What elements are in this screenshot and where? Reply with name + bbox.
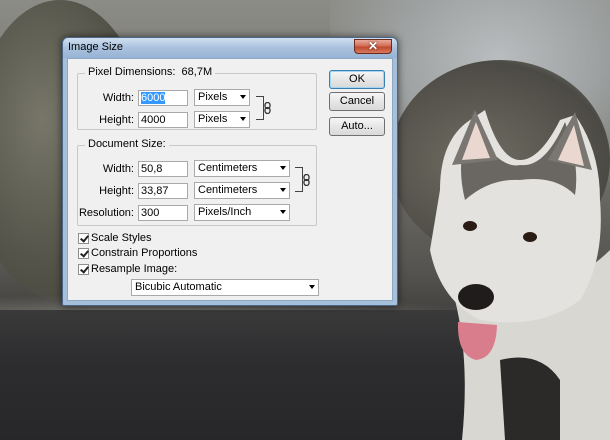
scale-styles-checkbox[interactable] bbox=[78, 233, 89, 244]
link-chain-icon bbox=[303, 174, 310, 186]
scale-styles-label[interactable]: Scale Styles bbox=[91, 232, 152, 244]
cancel-button[interactable]: Cancel bbox=[329, 92, 385, 111]
pixel-dimensions-size: 68,7M bbox=[181, 66, 213, 78]
constrain-proportions-label[interactable]: Constrain Proportions bbox=[91, 247, 197, 259]
dialog-client-area: Pixel Dimensions: 68,7M Width: 6000 Pixe… bbox=[67, 58, 393, 301]
chevron-down-icon bbox=[280, 166, 286, 170]
auto-button[interactable]: Auto... bbox=[329, 117, 385, 136]
resample-method-select[interactable]: Bicubic Automatic bbox=[131, 279, 319, 296]
chevron-down-icon bbox=[280, 188, 286, 192]
resample-image-label[interactable]: Resample Image: bbox=[91, 263, 177, 275]
doc-height-label: Height: bbox=[99, 185, 134, 197]
close-icon: ✕ bbox=[367, 39, 379, 53]
constrain-proportions-checkbox[interactable] bbox=[78, 248, 89, 259]
resolution-input[interactable]: 300 bbox=[138, 205, 188, 221]
pixel-height-unit-select[interactable]: Pixels bbox=[194, 111, 250, 128]
pixel-link-bracket bbox=[256, 96, 264, 120]
resolution-unit-select[interactable]: Pixels/Inch bbox=[194, 204, 290, 221]
doc-width-label: Width: bbox=[102, 163, 134, 175]
pixel-width-label: Width: bbox=[102, 92, 134, 104]
pixel-dimensions-label: Pixel Dimensions: 68,7M bbox=[85, 66, 216, 78]
resolution-label: Resolution: bbox=[78, 207, 134, 219]
doc-width-unit-select[interactable]: Centimeters bbox=[194, 160, 290, 177]
document-size-group: Document Size: Width: 50,8 Centimeters H… bbox=[77, 138, 317, 226]
close-button[interactable]: ✕ bbox=[354, 39, 392, 54]
chevron-down-icon bbox=[280, 210, 286, 214]
chevron-down-icon bbox=[309, 285, 315, 289]
image-size-dialog: Image Size ✕ Pixel Dimensions: 68,7M Wid… bbox=[62, 37, 398, 306]
pixel-height-label: Height: bbox=[99, 114, 134, 126]
chevron-down-icon bbox=[240, 95, 246, 99]
document-size-label: Document Size: bbox=[85, 138, 169, 150]
resample-image-checkbox[interactable] bbox=[78, 264, 89, 275]
dialog-titlebar[interactable]: Image Size ✕ bbox=[63, 38, 397, 58]
dialog-title: Image Size bbox=[68, 41, 124, 53]
pixel-width-unit-select[interactable]: Pixels bbox=[194, 89, 250, 106]
doc-width-input[interactable]: 50,8 bbox=[138, 161, 188, 177]
chevron-down-icon bbox=[240, 117, 246, 121]
pixel-width-input[interactable]: 6000 bbox=[138, 90, 188, 106]
pixel-height-input[interactable]: 4000 bbox=[138, 112, 188, 128]
doc-height-input[interactable]: 33,87 bbox=[138, 183, 188, 199]
ok-button[interactable]: OK bbox=[329, 70, 385, 89]
doc-height-unit-select[interactable]: Centimeters bbox=[194, 182, 290, 199]
doc-link-bracket bbox=[295, 167, 303, 192]
link-chain-icon bbox=[264, 102, 271, 114]
pixel-dimensions-group: Pixel Dimensions: 68,7M Width: 6000 Pixe… bbox=[77, 66, 317, 130]
